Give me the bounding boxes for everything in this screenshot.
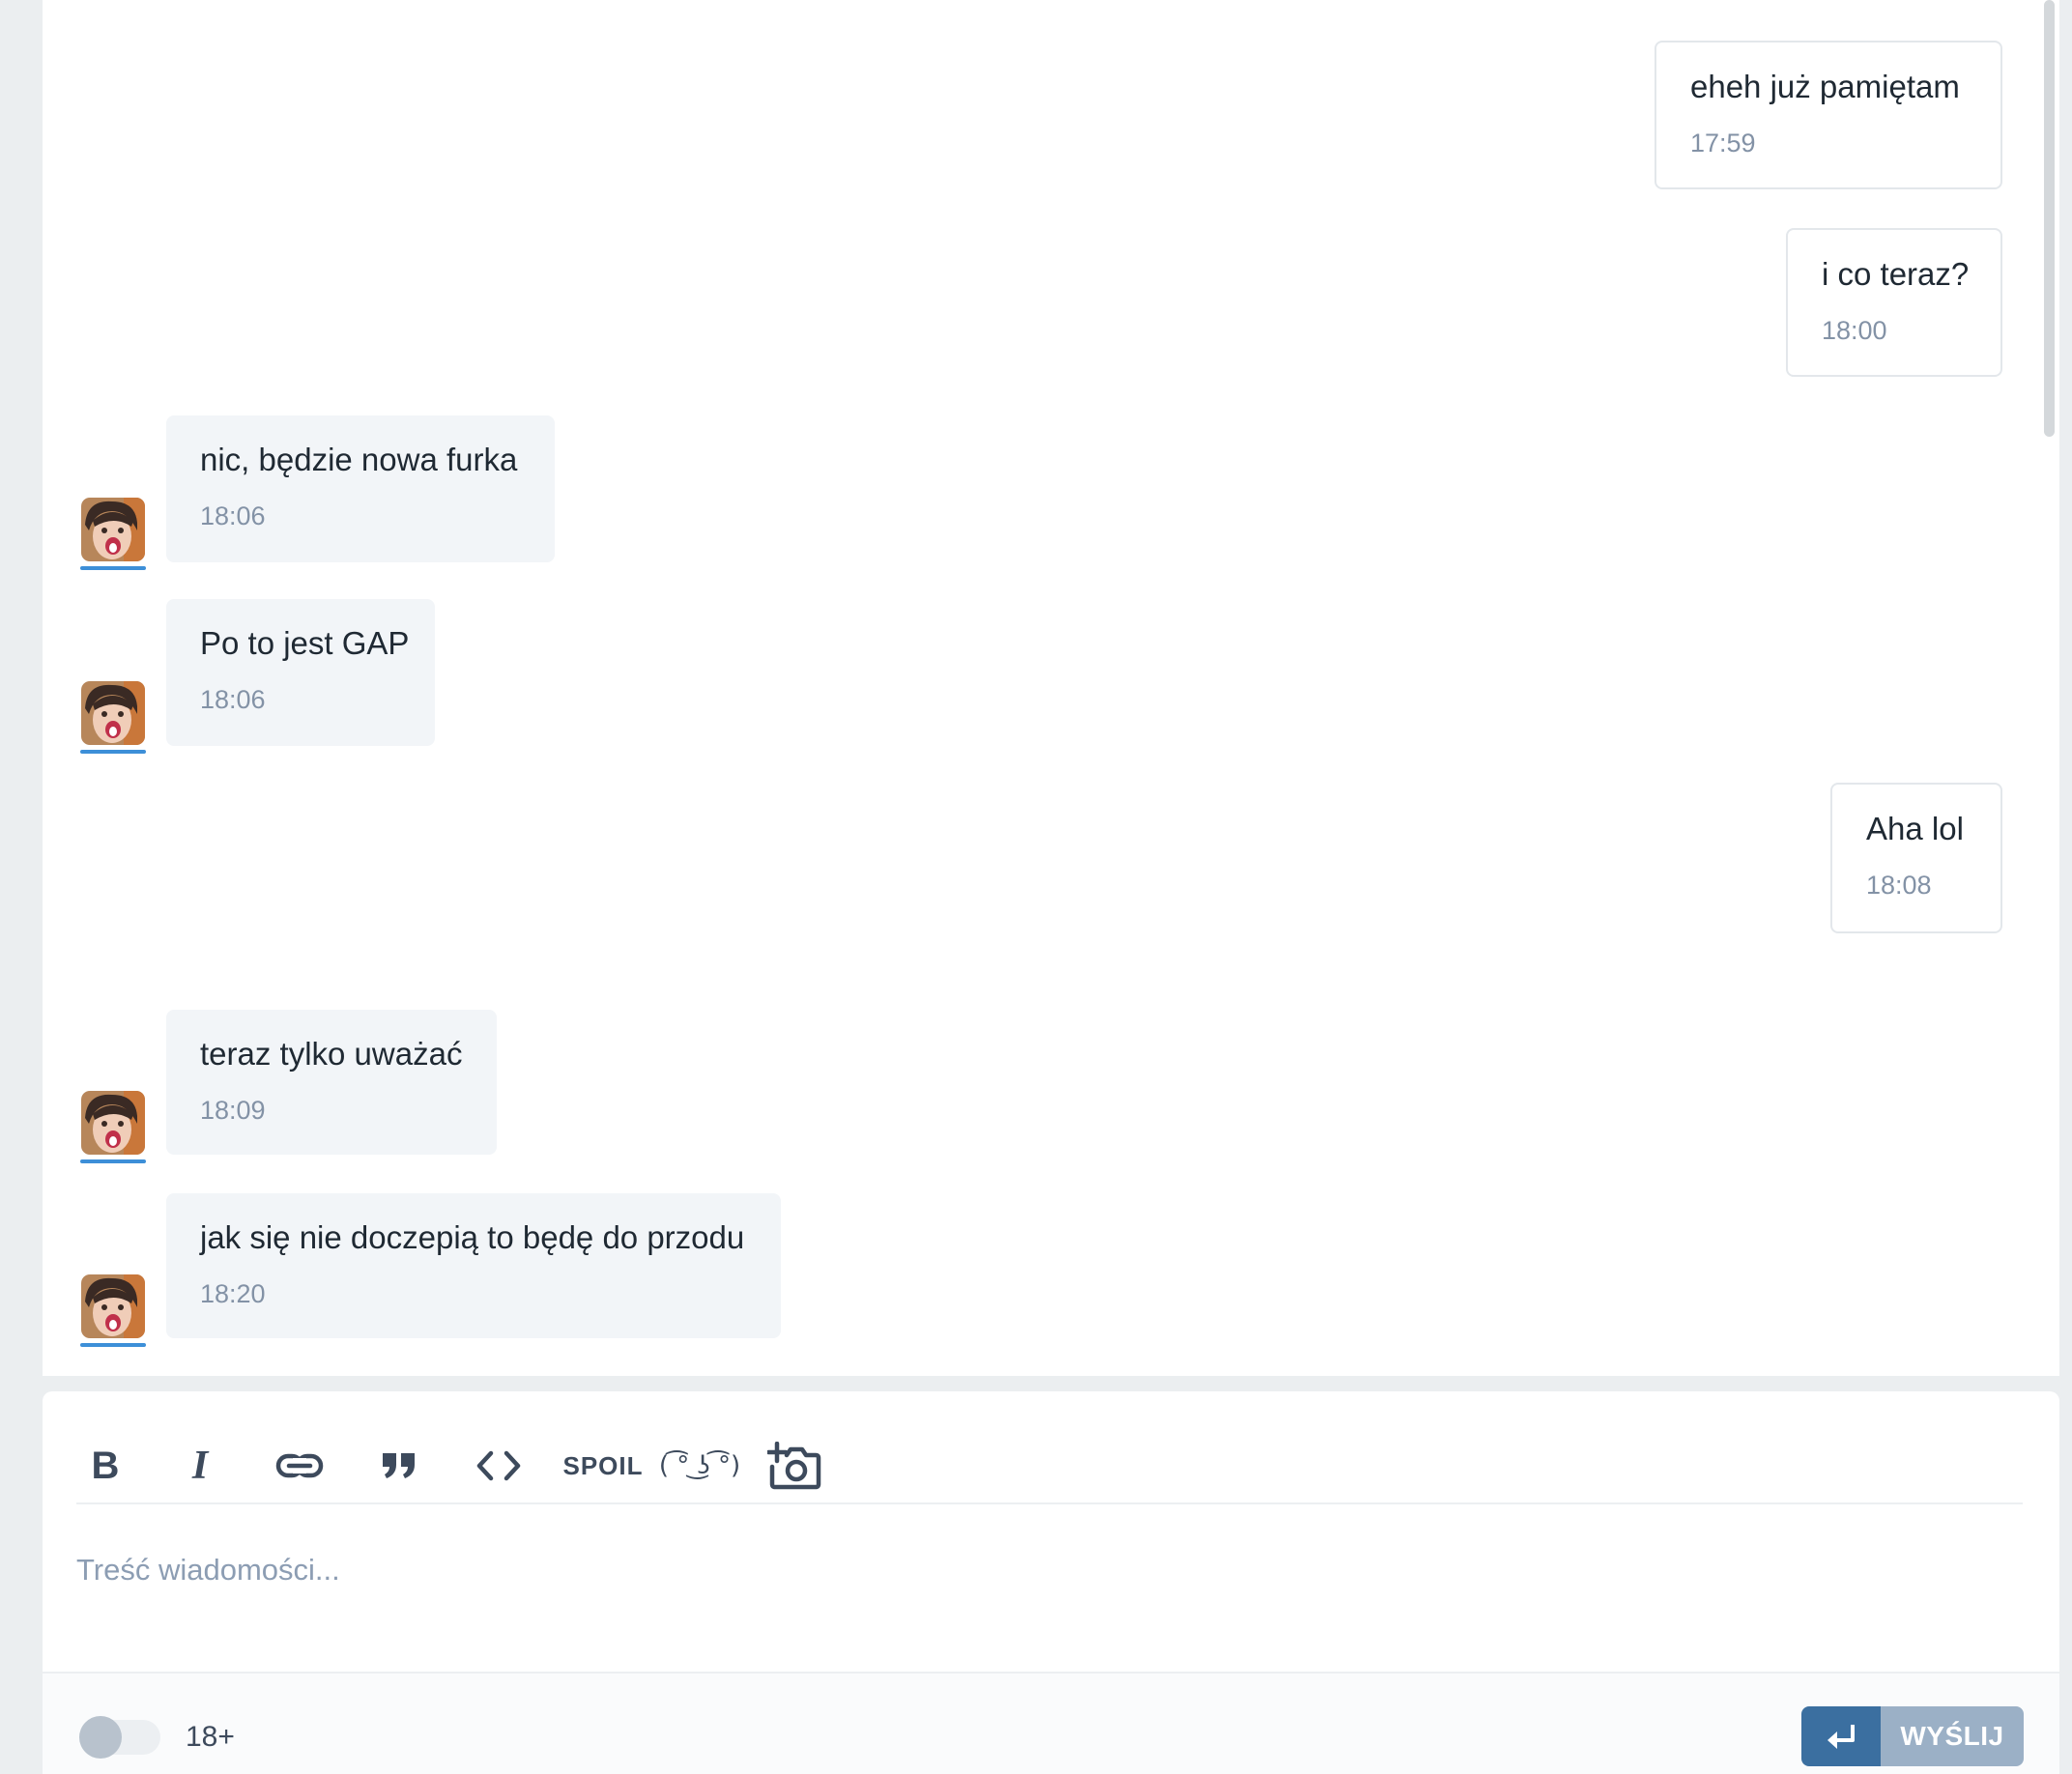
send-label: WYŚLIJ (1881, 1706, 2024, 1766)
formatting-toolbar: B I SPOIL (͡° ͜ʖ ͡°) (76, 1422, 2029, 1509)
scrollbar[interactable] (2042, 0, 2059, 1376)
message-time: 18:20 (200, 1279, 266, 1308)
adult-content-toggle[interactable] (79, 1716, 160, 1759)
bold-button[interactable]: B (76, 1422, 134, 1509)
spoiler-button[interactable]: SPOIL (563, 1422, 643, 1509)
message-incoming: nic, będzie nowa furka 18:06 (166, 415, 555, 562)
message-text: Aha lol (1866, 811, 1964, 846)
avatar-underline (80, 1343, 146, 1347)
code-button[interactable] (465, 1422, 532, 1509)
message-outgoing: Aha lol 18:08 (1830, 783, 2002, 933)
message-incoming: Po to jest GAP 18:06 (166, 599, 435, 746)
quote-icon (383, 1453, 415, 1478)
italic-icon: I (191, 1444, 209, 1488)
message-outgoing: eheh już pamiętam 17:59 (1655, 41, 2002, 189)
message-outgoing: i co teraz? 18:00 (1786, 228, 2002, 377)
message-text: i co teraz? (1822, 256, 1970, 292)
add-photo-icon (767, 1442, 821, 1490)
avatar[interactable] (81, 681, 145, 745)
add-photo-button[interactable] (761, 1422, 828, 1509)
avatar-underline (80, 1159, 146, 1163)
composer-footer: 18+ WYŚLIJ (43, 1674, 2059, 1774)
message-text: teraz tylko uważać (200, 1036, 463, 1072)
avatar-underline (80, 566, 146, 570)
link-icon (275, 1453, 324, 1478)
scrollbar-thumb[interactable] (2044, 0, 2055, 437)
code-icon (476, 1450, 521, 1481)
bold-icon: B (91, 1444, 120, 1487)
enter-icon (1827, 1725, 1855, 1749)
message-text: nic, będzie nowa furka (200, 442, 518, 477)
message-composer: B I SPOIL (͡° ͜ʖ ͡°) Treść wiadomości..… (43, 1391, 2059, 1774)
message-text: eheh już pamiętam (1690, 69, 1960, 104)
avatar[interactable] (81, 1274, 145, 1338)
quote-button[interactable] (370, 1422, 428, 1509)
message-input[interactable] (76, 1527, 2023, 1614)
spoiler-label: SPOIL (562, 1450, 644, 1480)
toggle-knob (79, 1716, 122, 1759)
message-time: 18:06 (200, 501, 266, 530)
message-time: 18:08 (1866, 871, 1932, 900)
lenny-face-icon: ( ͡° ͜ʖ ͡°) (658, 1451, 741, 1480)
message-time: 17:59 (1690, 129, 1756, 157)
message-incoming: teraz tylko uważać 18:09 (166, 1010, 497, 1155)
chat-panel: eheh już pamiętam 17:59 i co teraz? 18:0… (43, 0, 2059, 1376)
message-incoming: jak się nie doczepią to będę do przodu 1… (166, 1193, 781, 1338)
message-time: 18:00 (1822, 316, 1887, 345)
send-button[interactable]: WYŚLIJ (1801, 1706, 2024, 1766)
enter-icon-box (1801, 1706, 1881, 1766)
italic-button[interactable]: I (171, 1422, 229, 1509)
message-text: Po to jest GAP (200, 625, 410, 661)
message-time: 18:06 (200, 685, 266, 714)
avatar[interactable] (81, 498, 145, 561)
adult-content-label: 18+ (186, 1721, 235, 1753)
link-button[interactable] (266, 1422, 333, 1509)
avatar[interactable] (81, 1091, 145, 1155)
message-text: jak się nie doczepią to będę do przodu (200, 1219, 745, 1255)
avatar-underline (80, 750, 146, 754)
toolbar-divider (76, 1502, 2023, 1504)
message-time: 18:09 (200, 1096, 266, 1125)
lenny-face-button[interactable]: ( ͡° ͜ʖ ͡°) (658, 1422, 741, 1509)
